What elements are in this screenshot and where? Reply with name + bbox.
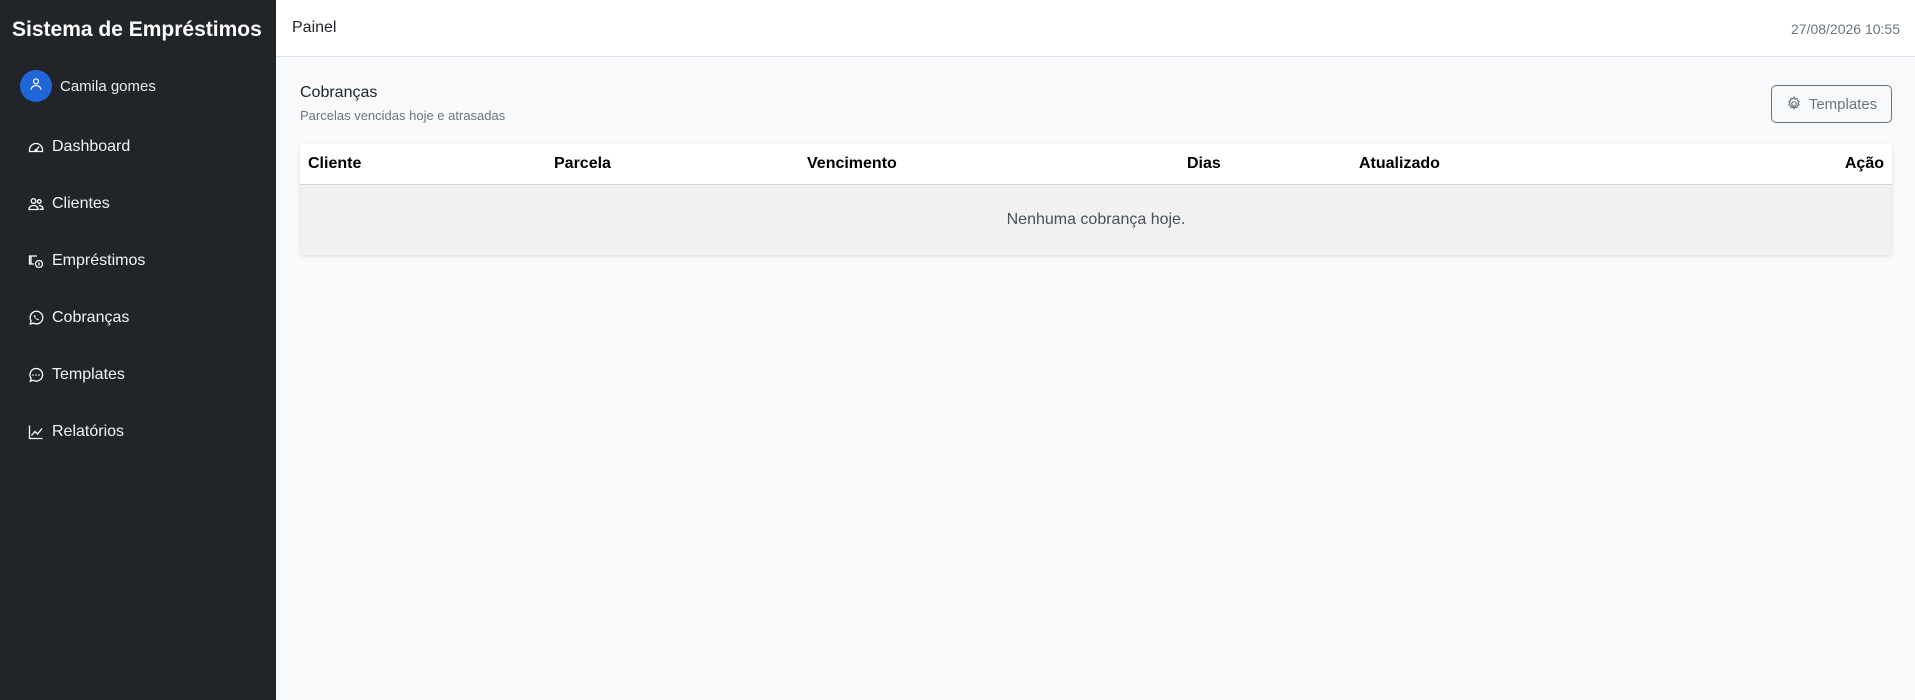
- datetime-display: 27/08/2026 10:55: [1791, 21, 1900, 37]
- gear-icon: [1786, 96, 1802, 112]
- column-header-acao: Ação: [1651, 144, 1892, 185]
- people-icon: [28, 196, 44, 212]
- user-name: Camila gomes: [60, 77, 156, 95]
- sidebar-item-templates[interactable]: Templates: [0, 346, 276, 403]
- table-header-row: Cliente Parcela Vencimento Dias Atualiza…: [300, 144, 1892, 185]
- column-header-dias: Dias: [1179, 144, 1351, 185]
- column-header-parcela: Parcela: [546, 144, 799, 185]
- templates-button-label: Templates: [1808, 95, 1878, 113]
- user-profile[interactable]: Camila gomes: [20, 70, 156, 102]
- sidebar-item-clientes[interactable]: Clientes: [0, 175, 276, 232]
- sidebar-item-cobrancas[interactable]: Cobranças: [0, 289, 276, 346]
- sidebar-nav: Dashboard Clientes Empréstimos Cobranças…: [0, 118, 276, 460]
- avatar: [20, 70, 52, 102]
- person-icon: [29, 77, 43, 96]
- section-title: Cobranças: [300, 84, 378, 101]
- sidebar-item-dashboard[interactable]: Dashboard: [0, 118, 276, 175]
- page-title: Painel: [292, 19, 337, 36]
- whatsapp-icon: [28, 310, 44, 326]
- sidebar-item-label: Dashboard: [52, 137, 131, 155]
- speedometer-icon: [28, 139, 44, 155]
- app-brand[interactable]: Sistema de Empréstimos: [12, 18, 262, 42]
- sidebar-item-label: Templates: [52, 365, 125, 383]
- sidebar-item-label: Relatórios: [52, 422, 125, 440]
- cash-coin-icon: [28, 253, 44, 269]
- sidebar: Sistema de Empréstimos Camila gomes Dash…: [0, 0, 276, 700]
- section-subtitle: Parcelas vencidas hoje e atrasadas: [300, 108, 506, 123]
- table-row: Nenhuma cobrança hoje.: [300, 184, 1892, 255]
- templates-button[interactable]: Templates: [1771, 85, 1892, 123]
- sidebar-item-emprestimos[interactable]: Empréstimos: [0, 232, 276, 289]
- main-content: Cobranças Parcelas vencidas hoje e atras…: [276, 57, 1915, 700]
- empty-state-message: Nenhuma cobrança hoje.: [300, 184, 1892, 255]
- sidebar-item-label: Empréstimos: [52, 251, 146, 269]
- sidebar-item-label: Clientes: [52, 194, 110, 212]
- column-header-vencimento: Vencimento: [799, 144, 1179, 185]
- chat-dots-icon: [28, 367, 44, 383]
- sidebar-item-relatorios[interactable]: Relatórios: [0, 403, 276, 460]
- column-header-atualizado: Atualizado: [1351, 144, 1651, 185]
- sidebar-item-label: Cobranças: [52, 308, 130, 326]
- top-header: Painel 27/08/2026 10:55: [276, 0, 1915, 57]
- column-header-cliente: Cliente: [300, 144, 546, 185]
- cobrancas-table: Cliente Parcela Vencimento Dias Atualiza…: [300, 144, 1892, 255]
- graph-up-icon: [28, 424, 44, 440]
